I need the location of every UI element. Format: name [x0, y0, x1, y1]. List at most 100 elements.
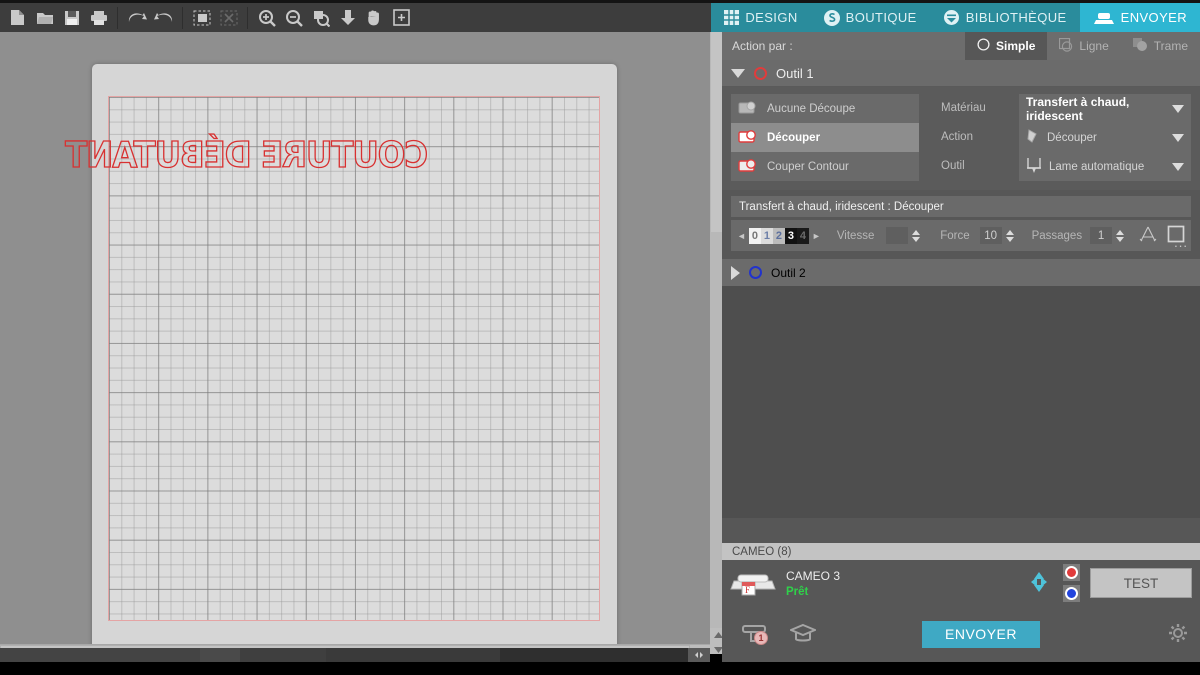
redo-icon[interactable]	[150, 5, 177, 31]
pan-hand-icon[interactable]	[361, 5, 388, 31]
device-group-header: CAMEO (8)	[722, 543, 1200, 560]
slider-right-arrow-icon[interactable]: ►	[812, 231, 821, 241]
deselect-icon[interactable]	[215, 5, 242, 31]
tool2-header[interactable]: Outil 2	[722, 259, 1200, 286]
material-select[interactable]: Transfert à chaud, iridescent	[1019, 94, 1191, 123]
chevron-down-icon[interactable]	[1172, 104, 1184, 113]
chevron-right-icon[interactable]	[731, 265, 740, 280]
zoom-in-icon[interactable]	[253, 5, 280, 31]
tab-boutique[interactable]: BOUTIQUE	[810, 3, 930, 32]
line-layers-icon	[1059, 37, 1073, 55]
top-bar: DESIGN BOUTIQUE BIBLIOTHÈQUE ENVOYER	[0, 0, 1200, 32]
slider-left-arrow-icon[interactable]: ◄	[737, 231, 746, 241]
fill-layers-icon	[1132, 37, 1148, 55]
tool1-header[interactable]: Outil 1	[722, 60, 1200, 87]
passes-input[interactable]: 1	[1090, 227, 1112, 244]
tab-design[interactable]: DESIGN	[711, 3, 811, 32]
tab-design-label: DESIGN	[745, 10, 798, 25]
action-couper-contour[interactable]: Couper Contour	[731, 152, 919, 181]
speed-label: Vitesse	[836, 229, 875, 242]
svg-text:F: F	[745, 585, 750, 595]
action-mode-tabs: Simple Ligne Trame	[965, 32, 1200, 60]
fit-window-icon[interactable]	[388, 5, 415, 31]
action-label: Action	[941, 131, 973, 143]
action-decouper-label: Découper	[767, 131, 821, 144]
gear-icon[interactable]	[1168, 623, 1188, 646]
chevron-down-icon[interactable]	[1172, 162, 1184, 171]
design-text-object[interactable]: COUTURE DÉBUTANT	[65, 134, 428, 182]
tab-bibliotheque[interactable]: BIBLIOTHÈQUE	[929, 3, 1080, 32]
save-file-icon[interactable]	[58, 5, 85, 31]
blade-tick-3[interactable]: 3	[784, 227, 797, 244]
silhouette-studio-window: DESIGN BOUTIQUE BIBLIOTHÈQUE ENVOYER COU…	[0, 0, 1200, 675]
passes-stepper[interactable]	[1116, 229, 1124, 242]
tool2-title: Outil 2	[771, 265, 806, 280]
blade-tick-1[interactable]: 1	[760, 227, 773, 244]
tool1-body: Aucune Découpe Découper Couper Contour M…	[722, 87, 1200, 190]
passes-label: Passages	[1031, 229, 1083, 242]
mode-simple[interactable]: Simple	[965, 32, 1048, 60]
send-footer: 1 ENVOYER	[722, 606, 1200, 662]
cut-queue-icon[interactable]: 1	[740, 622, 768, 647]
tool1-field-labels: Matériau Action Outil	[941, 94, 1019, 181]
action-by-bar: Action par : Simple Ligne Trame	[722, 32, 1200, 60]
toolbar-divider	[117, 6, 118, 29]
force-stepper[interactable]	[1005, 229, 1014, 242]
overcut-icon[interactable]	[1138, 225, 1158, 246]
tool-select[interactable]: Lame automatique	[1019, 152, 1191, 181]
open-file-icon[interactable]	[31, 5, 58, 31]
blade-depth-track[interactable]: 0 1 2 3 4	[748, 227, 809, 244]
send-button[interactable]: ENVOYER	[922, 620, 1040, 648]
tool2-color-ring-icon	[749, 266, 762, 279]
mode-trame[interactable]: Trame	[1121, 32, 1200, 60]
blade-tick-4[interactable]: 4	[796, 227, 809, 244]
blade-depth-slider[interactable]: ◄ 0 1 2 3 4 ►	[737, 227, 821, 244]
tool1-status-dot[interactable]	[1065, 566, 1078, 579]
action-select[interactable]: Découper	[1019, 123, 1191, 152]
circle-icon	[977, 38, 990, 54]
speed-input[interactable]	[886, 227, 909, 244]
device-row: F CAMEO 3 Prêt TEST	[722, 560, 1200, 606]
zoom-selection-icon[interactable]	[307, 5, 334, 31]
bottom-black-strip	[0, 662, 1200, 675]
zoom-out-icon[interactable]	[280, 5, 307, 31]
blade-tick-2[interactable]: 2	[772, 227, 785, 244]
cameo-machine-icon: F	[730, 567, 776, 600]
tutorial-graduation-icon[interactable]	[788, 623, 818, 646]
tab-boutique-label: BOUTIQUE	[845, 10, 917, 25]
main-tabs: DESIGN BOUTIQUE BIBLIOTHÈQUE ENVOYER	[711, 3, 1200, 32]
print-icon[interactable]	[85, 5, 112, 31]
chevron-down-icon[interactable]	[1172, 133, 1184, 142]
cloud-library-icon	[943, 10, 960, 25]
auto-blade-icon	[1026, 157, 1042, 177]
force-label: Force	[940, 229, 970, 242]
tool1-color-ring-icon	[754, 66, 767, 80]
fit-page-icon[interactable]	[334, 5, 361, 31]
cutter-icon	[1093, 11, 1115, 25]
tool1-fields: Matériau Action Outil Transfert à chaud,…	[919, 94, 1191, 181]
force-input[interactable]: 10	[979, 227, 1002, 244]
undo-icon[interactable]	[123, 5, 150, 31]
tool2-status-dot[interactable]	[1065, 587, 1078, 600]
tab-envoyer[interactable]: ENVOYER	[1079, 3, 1200, 32]
chevron-down-icon[interactable]	[731, 68, 745, 78]
tool1-settings-row: ◄ 0 1 2 3 4 ► Vitesse Force 10 Passages …	[731, 220, 1191, 251]
action-aucune-decoupe[interactable]: Aucune Découpe	[731, 94, 919, 123]
action-decouper[interactable]: Découper	[731, 123, 919, 152]
speed-stepper[interactable]	[912, 229, 921, 242]
no-cut-icon	[738, 98, 760, 119]
reposition-arrows-icon[interactable]	[1021, 569, 1057, 598]
test-button[interactable]: TEST	[1090, 568, 1192, 598]
device-name: CAMEO 3	[786, 568, 841, 583]
blade-tick-0[interactable]: 0	[748, 227, 761, 244]
toolbar-divider-3	[247, 6, 248, 29]
new-file-icon[interactable]	[4, 5, 31, 31]
more-options-button[interactable]: ...	[1174, 235, 1188, 250]
select-all-icon[interactable]	[188, 5, 215, 31]
device-status: Prêt	[786, 585, 809, 598]
mode-ligne[interactable]: Ligne	[1047, 32, 1120, 60]
action-aucune-decoupe-label: Aucune Découpe	[767, 102, 856, 115]
cut-icon	[738, 127, 760, 148]
main-toolbar	[0, 3, 726, 32]
design-canvas[interactable]: COUTURE DÉBUTANT	[0, 32, 710, 644]
